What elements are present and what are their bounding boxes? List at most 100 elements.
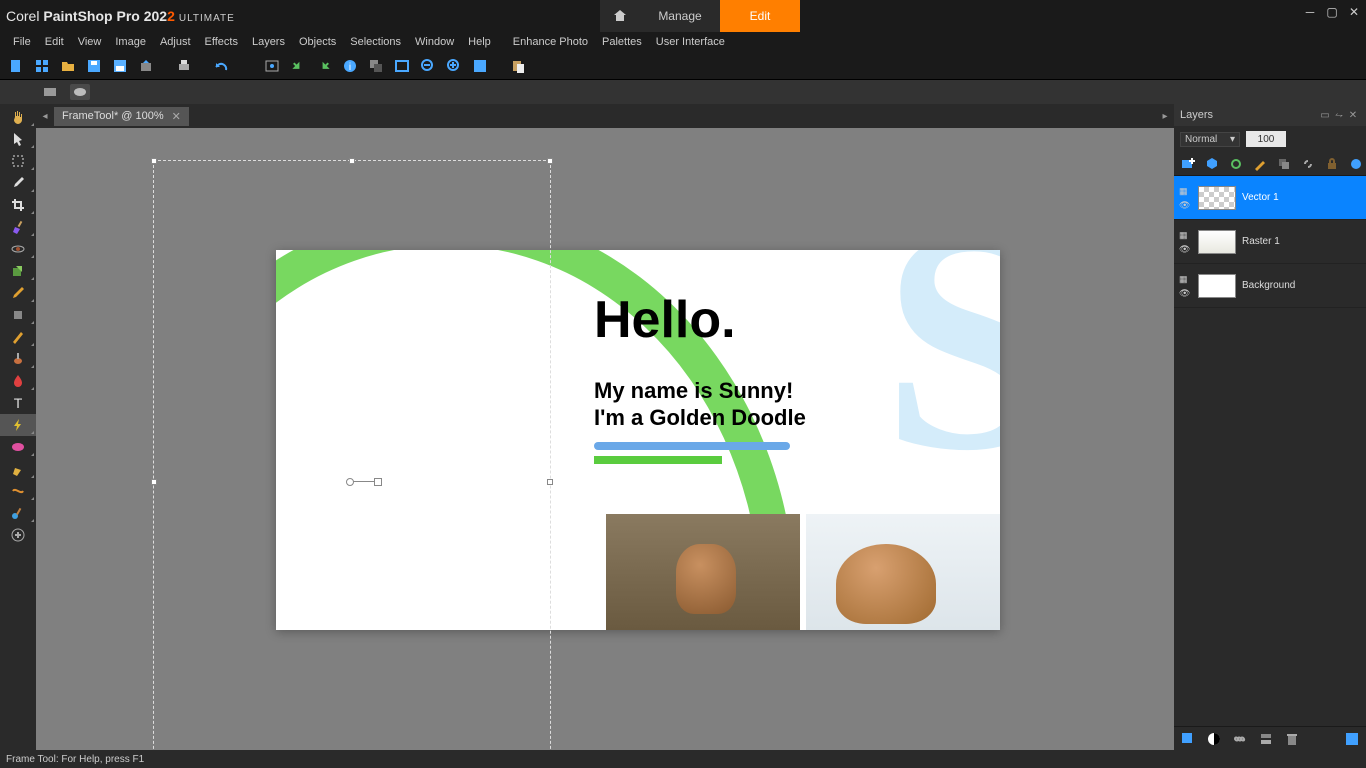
- menu-file[interactable]: File: [6, 34, 38, 50]
- layer-type-icon[interactable]: ▦: [1179, 230, 1191, 240]
- layer-row-vector1[interactable]: ▦👁 Vector 1: [1174, 176, 1366, 220]
- handle-top-right[interactable]: [547, 158, 553, 164]
- color-changer-tool[interactable]: [0, 370, 36, 392]
- preferences-button[interactable]: [1344, 731, 1360, 747]
- dropper-tool[interactable]: [0, 172, 36, 194]
- document-tab[interactable]: FrameTool* @ 100% ✕: [54, 107, 189, 126]
- layer-opacity-input[interactable]: 100: [1246, 131, 1286, 147]
- screenshot-button[interactable]: [262, 56, 282, 76]
- blend-mode-select[interactable]: Normal▾: [1180, 132, 1240, 147]
- zoom-out-button[interactable]: [418, 56, 438, 76]
- menu-edit[interactable]: Edit: [38, 34, 71, 50]
- link-layers-button[interactable]: [1300, 156, 1316, 172]
- redo-step-button[interactable]: [314, 56, 334, 76]
- add-tool-button[interactable]: [0, 524, 36, 546]
- lock-layer-button[interactable]: [1324, 156, 1340, 172]
- delete-layer-button[interactable]: [1284, 731, 1300, 747]
- save-button[interactable]: [84, 56, 104, 76]
- image-info-button[interactable]: i: [340, 56, 360, 76]
- new-adjustment-button[interactable]: [1228, 156, 1244, 172]
- handle-top-mid[interactable]: [349, 158, 355, 164]
- frame-rect-option[interactable]: [40, 84, 60, 100]
- paste-button[interactable]: [508, 56, 528, 76]
- menu-help[interactable]: Help: [461, 34, 498, 50]
- menu-layers[interactable]: Layers: [245, 34, 292, 50]
- close-button[interactable]: ✕: [1346, 4, 1362, 20]
- menu-user-interface[interactable]: User Interface: [649, 34, 732, 50]
- frame-tool[interactable]: [0, 414, 36, 436]
- edit-selection-button[interactable]: [1180, 731, 1196, 747]
- menu-adjust[interactable]: Adjust: [153, 34, 198, 50]
- tab-scroll-right[interactable]: ▸: [1156, 104, 1174, 128]
- share-button[interactable]: [136, 56, 156, 76]
- layer-effects-button[interactable]: [1348, 156, 1364, 172]
- selection-tool[interactable]: [0, 150, 36, 172]
- menu-enhance-photo[interactable]: Enhance Photo: [506, 34, 595, 50]
- paint-brush-tool[interactable]: [0, 216, 36, 238]
- print-button[interactable]: [174, 56, 194, 76]
- tab-manage[interactable]: Manage: [640, 0, 720, 32]
- tab-home[interactable]: [600, 0, 640, 32]
- layer-type-icon[interactable]: ▦: [1179, 274, 1191, 284]
- layer-type-icon[interactable]: ▦: [1179, 186, 1191, 196]
- scratch-remover-tool[interactable]: [0, 282, 36, 304]
- frame-ellipse-option[interactable]: [70, 84, 90, 100]
- panel-pin-button[interactable]: ⥊: [1332, 108, 1346, 122]
- handle-mid-left[interactable]: [151, 479, 157, 485]
- warp-brush-tool[interactable]: [0, 480, 36, 502]
- tiled-windows-button[interactable]: [32, 56, 52, 76]
- lighten-darken-tool[interactable]: [0, 326, 36, 348]
- undo-step-button[interactable]: [288, 56, 308, 76]
- menu-window[interactable]: Window: [408, 34, 461, 50]
- show-all-button[interactable]: [1232, 731, 1248, 747]
- crop-tool[interactable]: [0, 194, 36, 216]
- open-file-button[interactable]: [58, 56, 78, 76]
- new-mask-button[interactable]: [1204, 156, 1220, 172]
- menu-effects[interactable]: Effects: [198, 34, 245, 50]
- merge-down-button[interactable]: [1258, 731, 1274, 747]
- layer-row-raster1[interactable]: ▦👁 Raster 1: [1174, 220, 1366, 264]
- layer-thumbnail[interactable]: [1198, 186, 1236, 210]
- fit-screen-button[interactable]: [392, 56, 412, 76]
- canvas-viewport[interactable]: S Hello. My name is Sunny! I'm a Golden …: [36, 128, 1174, 750]
- menu-palettes[interactable]: Palettes: [595, 34, 649, 50]
- zoom-in-button[interactable]: [444, 56, 464, 76]
- resize-button[interactable]: [366, 56, 386, 76]
- pen-tool[interactable]: [0, 458, 36, 480]
- layer-visibility-icon[interactable]: 👁: [1179, 244, 1191, 254]
- panel-close-button[interactable]: ✕: [1346, 108, 1360, 122]
- minimize-button[interactable]: ─: [1302, 4, 1318, 20]
- layer-thumbnail[interactable]: [1198, 230, 1236, 254]
- invert-button[interactable]: [1206, 731, 1222, 747]
- text-tool[interactable]: T: [0, 392, 36, 414]
- menu-objects[interactable]: Objects: [292, 34, 343, 50]
- layer-styles-button[interactable]: [1252, 156, 1268, 172]
- duplicate-layer-button[interactable]: [1276, 156, 1292, 172]
- layer-row-background[interactable]: ▦👁 Background: [1174, 264, 1366, 308]
- full-screen-button[interactable]: [470, 56, 490, 76]
- save-as-button[interactable]: [110, 56, 130, 76]
- smudge-tool[interactable]: [0, 348, 36, 370]
- maximize-button[interactable]: ▢: [1324, 4, 1340, 20]
- tab-scroll-left[interactable]: ◂: [36, 104, 54, 128]
- document-tab-close[interactable]: ✕: [172, 110, 181, 123]
- shape-tool[interactable]: [0, 436, 36, 458]
- layer-thumbnail[interactable]: [1198, 274, 1236, 298]
- panel-undock-button[interactable]: ▭: [1318, 108, 1332, 122]
- menu-image[interactable]: Image: [108, 34, 153, 50]
- layer-visibility-icon[interactable]: 👁: [1179, 200, 1191, 210]
- pan-tool[interactable]: [0, 106, 36, 128]
- tab-edit[interactable]: Edit: [720, 0, 800, 32]
- menu-view[interactable]: View: [71, 34, 109, 50]
- handle-top-left[interactable]: [151, 158, 157, 164]
- layer-visibility-icon[interactable]: 👁: [1179, 288, 1191, 298]
- menu-selections[interactable]: Selections: [343, 34, 408, 50]
- pick-tool[interactable]: [0, 128, 36, 150]
- undo-button[interactable]: [212, 56, 232, 76]
- fill-tool[interactable]: [0, 304, 36, 326]
- clone-tool[interactable]: [0, 260, 36, 282]
- new-file-button[interactable]: [6, 56, 26, 76]
- new-layer-button[interactable]: [1180, 156, 1196, 172]
- red-eye-tool[interactable]: [0, 238, 36, 260]
- oil-brush-tool[interactable]: [0, 502, 36, 524]
